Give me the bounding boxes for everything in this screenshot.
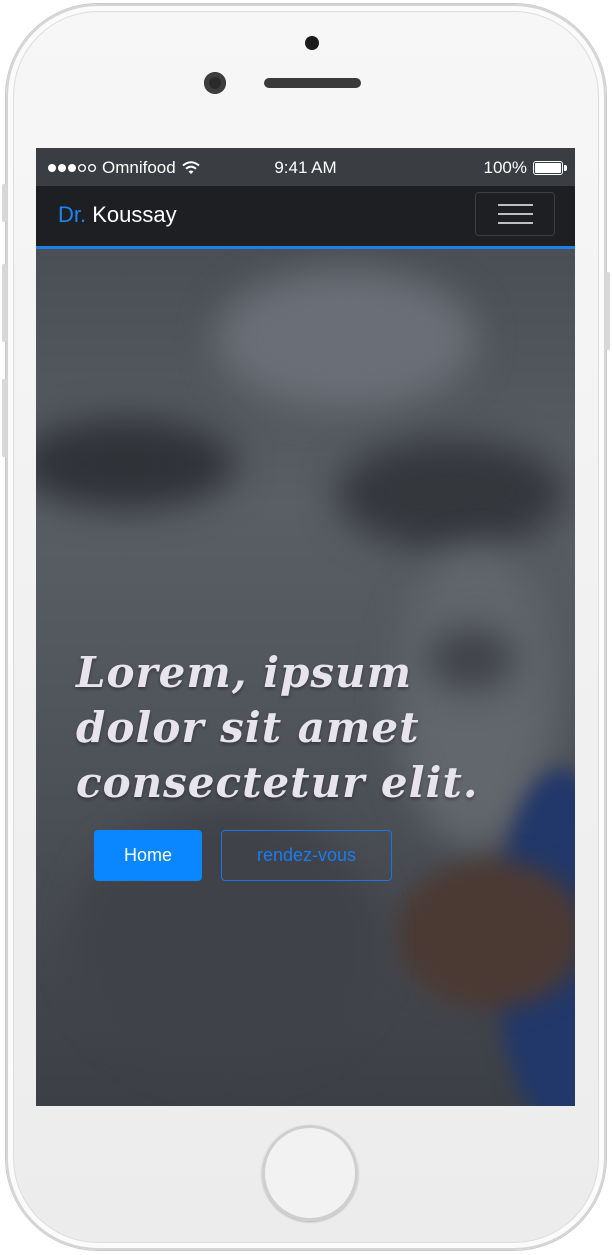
mute-switch bbox=[2, 184, 7, 222]
brand-prefix: Dr. bbox=[58, 202, 87, 227]
home-button-cta[interactable]: Home bbox=[94, 830, 202, 881]
battery-percent: 100% bbox=[483, 158, 527, 177]
battery-icon bbox=[533, 161, 567, 175]
front-camera bbox=[204, 72, 226, 94]
phone-screen: Omnifood 9:41 AM 100% Dr. Koussay Lorem,… bbox=[36, 148, 575, 1106]
hero-title: Lorem, ipsum dolor sit amet consectetur … bbox=[76, 645, 479, 810]
home-button[interactable] bbox=[262, 1125, 358, 1221]
status-right: 100% bbox=[483, 158, 567, 178]
hero-title-line: dolor sit amet bbox=[76, 703, 420, 752]
power-button bbox=[605, 272, 610, 350]
menu-bar bbox=[498, 213, 533, 215]
volume-up-button bbox=[2, 264, 7, 342]
rendez-vous-button[interactable]: rendez-vous bbox=[221, 830, 392, 881]
hero-title-line: consectetur elit. bbox=[76, 758, 479, 807]
bg-blur bbox=[396, 859, 575, 1009]
menu-bar bbox=[498, 222, 533, 224]
navbar: Dr. Koussay bbox=[36, 186, 575, 249]
hero-section: Lorem, ipsum dolor sit amet consectetur … bbox=[36, 249, 575, 1106]
brand-logo[interactable]: Dr. Koussay bbox=[58, 202, 177, 228]
menu-bar bbox=[498, 204, 533, 206]
bg-blur bbox=[36, 419, 236, 509]
status-bar: Omnifood 9:41 AM 100% bbox=[36, 148, 575, 186]
hamburger-menu-button[interactable] bbox=[475, 192, 555, 236]
bg-blur bbox=[336, 439, 566, 549]
earpiece-speaker bbox=[264, 78, 361, 88]
hero-title-line: Lorem, ipsum bbox=[76, 648, 413, 697]
bg-blur bbox=[216, 269, 476, 409]
proximity-sensor bbox=[305, 36, 319, 50]
brand-name: Koussay bbox=[86, 202, 177, 227]
volume-down-button bbox=[2, 379, 7, 457]
